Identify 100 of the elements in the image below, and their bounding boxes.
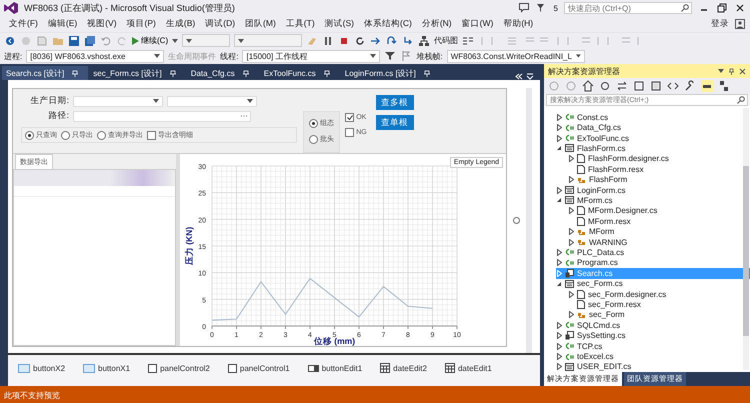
checkbox[interactable] <box>147 130 156 140</box>
menu-item[interactable]: 体系结构(C) <box>359 18 417 30</box>
collapsed-arrow-icon[interactable] <box>568 290 574 298</box>
overflow-icon[interactable] <box>515 73 523 80</box>
collapsed-arrow-icon[interactable] <box>568 238 574 246</box>
home-icon[interactable] <box>582 80 594 92</box>
tree-item[interactable]: ExToolFunc.cs <box>556 132 750 144</box>
menu-item[interactable]: 编辑(E) <box>42 18 82 30</box>
scroll-thumb[interactable] <box>743 166 749 336</box>
tree-item[interactable]: sec_Form.designer.cs <box>568 288 750 300</box>
tree-item[interactable]: sec_Form <box>568 310 750 320</box>
resize-handle[interactable] <box>513 217 520 224</box>
account-icon[interactable] <box>734 18 746 30</box>
step-out-icon[interactable] <box>402 34 414 46</box>
collapsed-arrow-icon[interactable] <box>556 259 562 266</box>
end-date-field[interactable] <box>167 96 257 106</box>
process-dropdown[interactable]: [8036] WF8063.vshost.exe <box>26 50 164 62</box>
collapsed-arrow-icon[interactable] <box>556 114 562 121</box>
collapsed-arrow-icon[interactable] <box>568 176 574 184</box>
query-button[interactable]: 查单根 <box>376 115 414 130</box>
radio-button[interactable] <box>309 118 318 128</box>
dropdown-icon[interactable] <box>526 73 534 80</box>
tree-item[interactable]: MForm <box>568 226 750 237</box>
tray-component[interactable]: panelControl2 <box>148 363 210 373</box>
feedback-icon[interactable] <box>518 2 530 14</box>
tree-item[interactable]: Data_Cfg.cs <box>556 122 750 133</box>
expanded-arrow-icon[interactable] <box>556 280 562 287</box>
menu-item[interactable]: 团队(M) <box>240 18 281 30</box>
pin-icon[interactable] <box>728 68 735 74</box>
radio-button[interactable] <box>61 130 70 140</box>
menu-item[interactable]: 文件(F) <box>4 18 43 30</box>
restart-icon[interactable] <box>354 34 366 46</box>
tree-item[interactable]: MForm.resx <box>568 216 750 226</box>
collapsed-arrow-icon[interactable] <box>568 207 574 214</box>
collapsed-arrow-icon[interactable] <box>556 342 562 350</box>
tree-item[interactable]: WARNING <box>568 236 750 248</box>
tree-item[interactable]: toExcel.cs <box>556 351 750 362</box>
tree-item[interactable]: USER_EDIT.cs <box>556 362 750 372</box>
menu-item[interactable]: 工具(T) <box>280 18 320 30</box>
thread-dropdown[interactable]: [15000] 工作线程 <box>242 50 380 62</box>
collapsed-arrow-icon[interactable] <box>556 124 562 132</box>
close-icon[interactable] <box>734 2 746 14</box>
checkbox[interactable] <box>345 113 354 122</box>
collapsed-arrow-icon[interactable] <box>556 353 562 360</box>
tree-item[interactable]: PLC_Data.cs <box>556 247 750 258</box>
menu-item[interactable]: 项目(P) <box>122 18 161 30</box>
radio-button[interactable] <box>25 130 34 140</box>
document-tab[interactable]: Data_Cfg.cs <box>186 66 259 80</box>
collapsed-arrow-icon[interactable] <box>568 155 574 162</box>
query-button[interactable]: 查多根 <box>376 95 414 110</box>
switch-views-icon[interactable] <box>616 80 628 92</box>
close-icon[interactable] <box>739 68 746 74</box>
tree-item[interactable]: FlashForm.cs <box>556 143 750 154</box>
tree-item[interactable]: Program.cs <box>556 258 750 268</box>
menu-item[interactable]: 视图(V) <box>82 18 122 30</box>
tree-item[interactable]: LoginForm.cs <box>556 184 750 196</box>
menu-item[interactable]: 窗口(W) <box>456 18 498 30</box>
stack-frame-dropdown[interactable]: WF8063.Const.WriteOrReadINI_L <box>446 50 585 62</box>
collapsed-arrow-icon[interactable] <box>556 332 562 340</box>
tree-item[interactable]: SQLCmd.cs <box>556 320 750 331</box>
checkbox[interactable] <box>345 128 354 137</box>
radio-button[interactable] <box>97 130 106 140</box>
continue-button[interactable]: 继续(C) <box>132 35 168 46</box>
hierarchy-icon[interactable] <box>418 34 430 46</box>
quick-launch-field[interactable]: 快速启动 (Ctrl+Q) <box>564 2 692 14</box>
expanded-arrow-icon[interactable] <box>556 197 562 204</box>
filter-icon[interactable] <box>384 50 396 62</box>
sign-in-link[interactable]: 登录 <box>706 18 734 30</box>
tree-item[interactable]: sec_Form.cs <box>556 278 750 289</box>
document-tab[interactable]: sec_Form.cs [设计] <box>89 66 186 80</box>
menu-item[interactable]: 分析(N) <box>416 18 457 30</box>
collapsed-arrow-icon[interactable] <box>568 311 574 318</box>
tree-item[interactable]: FlashForm.designer.cs <box>568 154 750 164</box>
tree-item[interactable]: TCP.cs <box>556 340 750 352</box>
tray-component[interactable]: dateEdit1 <box>444 363 492 373</box>
menu-item[interactable]: 调试(D) <box>200 18 240 30</box>
scrollbar[interactable] <box>743 108 749 370</box>
restore-icon[interactable] <box>716 2 728 14</box>
tray-component[interactable]: panelControl1 <box>228 363 290 373</box>
code-map-label[interactable]: 代码图 <box>434 35 458 46</box>
preview-icon[interactable] <box>701 80 713 92</box>
code-icon[interactable] <box>667 80 679 92</box>
tray-component[interactable]: buttonX1 <box>83 363 130 373</box>
radio-button[interactable] <box>309 134 318 144</box>
tree-item[interactable]: SysSetting.cs <box>556 330 750 341</box>
menu-item[interactable]: 测试(S) <box>320 18 359 30</box>
collapsed-arrow-icon[interactable] <box>556 134 562 142</box>
tray-component[interactable]: buttonEdit1 <box>308 363 362 373</box>
expanded-arrow-icon[interactable] <box>556 145 562 152</box>
tree-item[interactable]: sec_Form.resx <box>568 299 750 310</box>
tray-component[interactable]: buttonX2 <box>18 363 66 373</box>
menu-item[interactable]: 生成(B) <box>160 18 200 30</box>
document-tab[interactable]: ExToolFunc.cs <box>260 66 340 80</box>
save-all-icon[interactable] <box>84 34 96 46</box>
step-into-icon[interactable] <box>370 34 382 46</box>
step-over-icon[interactable] <box>386 34 398 46</box>
tree-item[interactable]: FlashForm <box>568 174 750 185</box>
tree-item[interactable]: Const.cs <box>556 112 750 122</box>
start-date-field[interactable] <box>73 96 163 106</box>
document-tab[interactable]: Search.cs [设计] <box>2 66 88 80</box>
